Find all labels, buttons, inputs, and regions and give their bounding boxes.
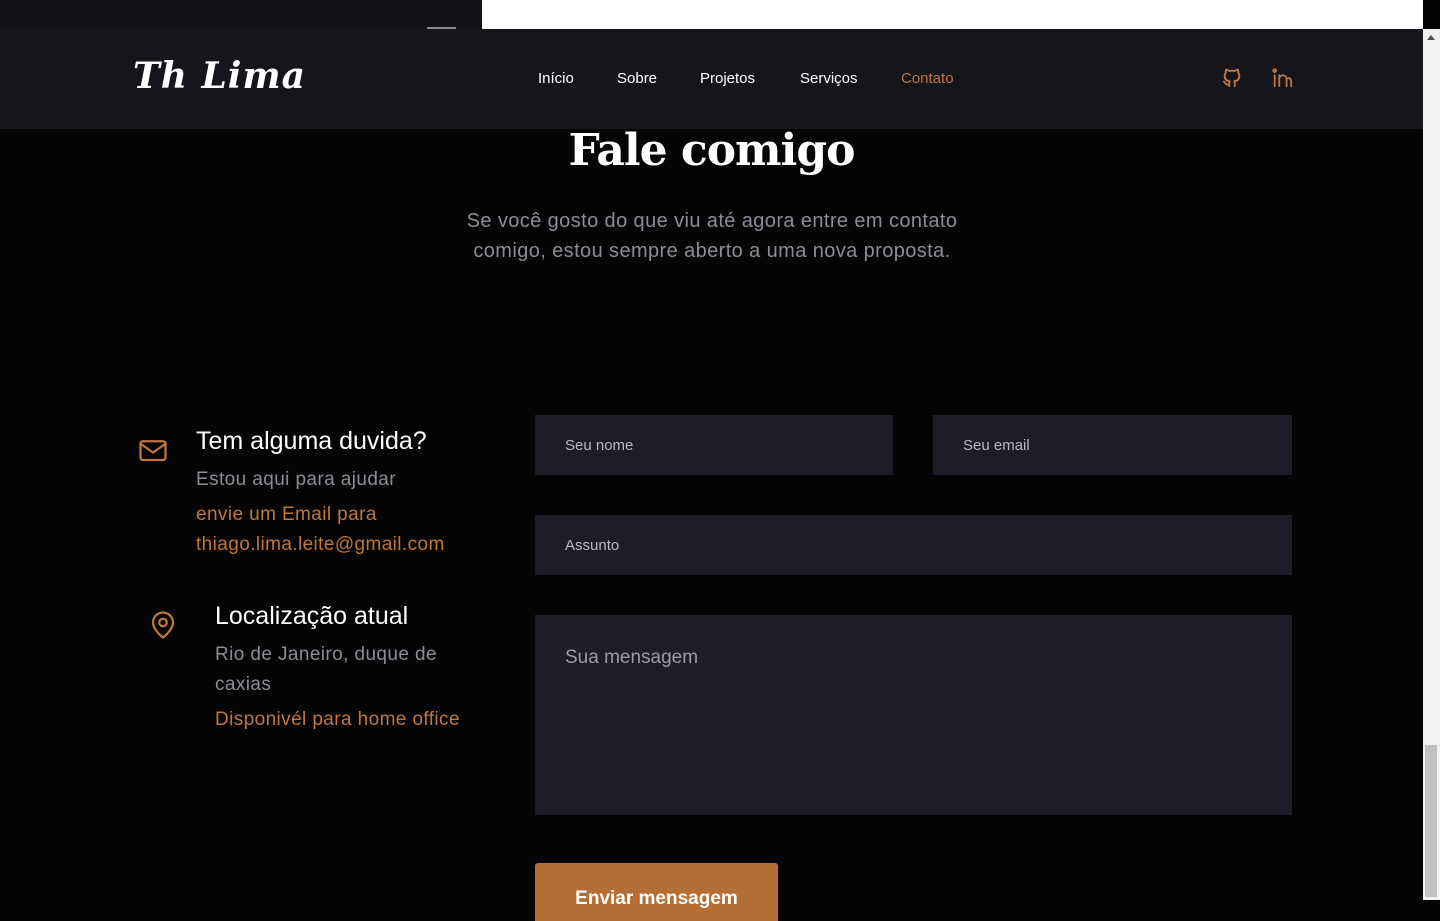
- browser-strip-white: [482, 0, 1423, 29]
- info-text: Estou aqui para ajudar: [196, 469, 396, 490]
- availability-text: Disponivél para home office: [215, 709, 460, 730]
- info-title: Localização atual: [215, 602, 409, 630]
- mail-icon: [139, 440, 167, 462]
- scrollbar-thumb[interactable]: [1425, 745, 1437, 897]
- nav-item-contato[interactable]: Contato: [901, 70, 954, 87]
- email-input[interactable]: [933, 415, 1292, 475]
- message-textarea[interactable]: [535, 615, 1292, 815]
- nav-item-inicio[interactable]: Início: [538, 70, 574, 87]
- site-header: Th Lima Início Sobre Projetos Serviços C…: [0, 29, 1423, 129]
- nav-item-projetos[interactable]: Projetos: [700, 70, 755, 87]
- scroll-up-arrow-icon[interactable]: [1427, 35, 1435, 40]
- browser-strip-dark: [0, 0, 482, 29]
- nav-item-sobre[interactable]: Sobre: [617, 70, 657, 87]
- email-link[interactable]: envie um Email para thiago.lima.leite@gm…: [196, 500, 496, 560]
- github-icon[interactable]: [1221, 67, 1243, 89]
- info-text: Rio de Janeiro, duque de caxias: [215, 644, 437, 695]
- name-input[interactable]: [535, 415, 893, 475]
- section-subtitle: Se você gosto do que viu até agora entre…: [466, 210, 958, 262]
- section-title: Fale comigo: [568, 125, 856, 176]
- scrollbar[interactable]: [1423, 29, 1440, 900]
- linkedin-icon[interactable]: [1271, 67, 1293, 89]
- page: Th Lima Início Sobre Projetos Serviços C…: [0, 29, 1423, 921]
- subject-input[interactable]: [535, 515, 1292, 575]
- info-title: Tem alguma duvida?: [196, 427, 427, 455]
- location-pin-icon: [151, 611, 175, 639]
- send-message-button[interactable]: Enviar mensagem: [535, 863, 778, 921]
- site-logo[interactable]: Th Lima: [133, 55, 306, 97]
- nav-item-servicos[interactable]: Serviços: [800, 70, 858, 87]
